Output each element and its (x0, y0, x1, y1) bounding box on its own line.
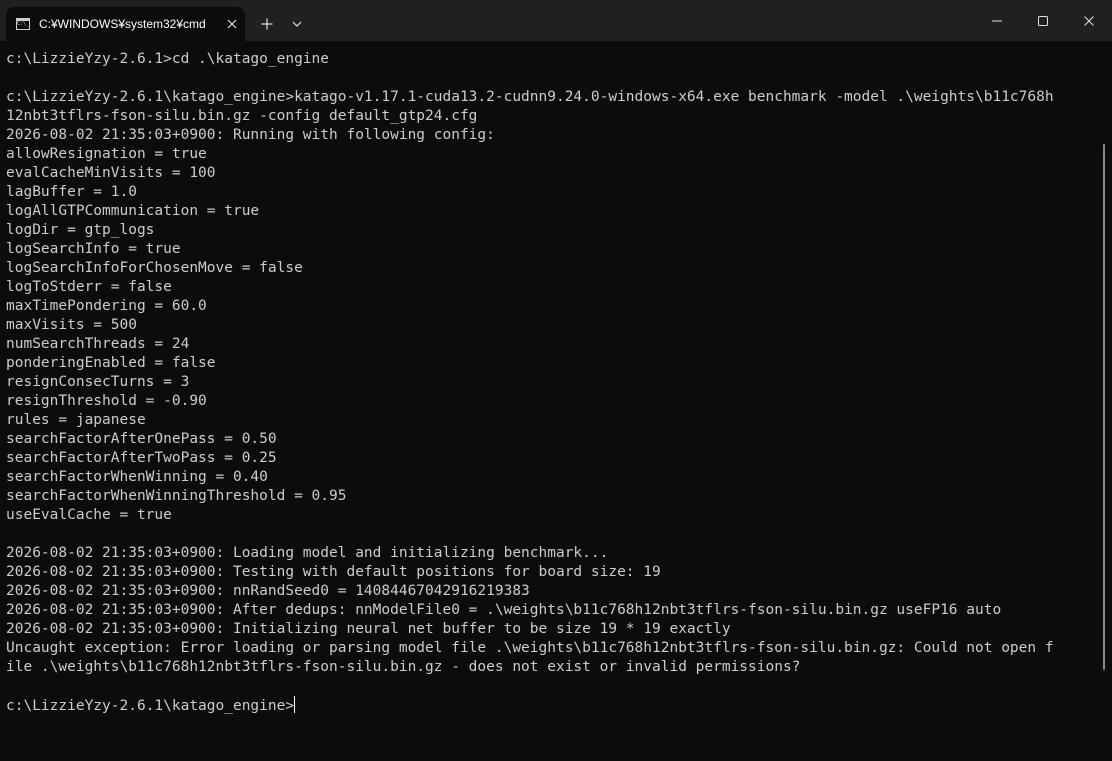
tab-close-button[interactable] (224, 16, 240, 32)
title-bar[interactable]: C:¥WINDOWS¥system32¥cmd (0, 0, 1112, 41)
terminal-line: evalCacheMinVisits = 100 (6, 165, 216, 181)
terminal-output[interactable]: c:\LizzieYzy-2.6.1>cd .\katago_engine c:… (0, 41, 1100, 761)
minimize-icon (992, 20, 1002, 21)
maximize-button[interactable] (1020, 0, 1066, 41)
terminal-line: logToStderr = false (6, 279, 172, 295)
close-icon (1084, 15, 1094, 26)
terminal-line: 12nbt3tflrs-fson-silu.bin.gz -config def… (6, 108, 478, 124)
terminal-line: searchFactorWhenWinningThreshold = 0.95 (6, 488, 347, 504)
cmd-console-icon (16, 18, 30, 30)
vertical-scrollbar[interactable] (1103, 144, 1105, 670)
prompt-line[interactable]: c:\LizzieYzy-2.6.1\katago_engine> (6, 696, 1054, 715)
terminal-line: resignThreshold = -0.90 (6, 393, 207, 409)
text-cursor (294, 696, 296, 713)
terminal-line: logAllGTPCommunication = true (6, 203, 260, 219)
terminal-line: maxTimePondering = 60.0 (6, 298, 207, 314)
terminal-line: ile .\weights\b11c768h12nbt3tflrs-fson-s… (6, 659, 801, 675)
minimize-button[interactable] (974, 0, 1020, 41)
tab-dropdown-button[interactable] (289, 15, 305, 33)
plus-icon (261, 18, 273, 30)
terminal-line: 2026-08-02 21:35:03+0900: After dedups: … (6, 602, 1002, 618)
terminal-line: 2026-08-02 21:35:03+0900: Testing with d… (6, 564, 661, 580)
maximize-icon (1038, 15, 1048, 26)
terminal-line: lagBuffer = 1.0 (6, 184, 137, 200)
terminal-line: maxVisits = 500 (6, 317, 137, 333)
prompt: c:\LizzieYzy-2.6.1\katago_engine> (6, 698, 295, 714)
terminal-lines: c:\LizzieYzy-2.6.1>cd .\katago_engine c:… (6, 50, 1054, 715)
terminal-line: 2026-08-02 21:35:03+0900: Loading model … (6, 545, 609, 561)
tab-cmd[interactable]: C:¥WINDOWS¥system32¥cmd (6, 7, 245, 41)
close-window-button[interactable] (1066, 0, 1112, 41)
tab-title: C:¥WINDOWS¥system32¥cmd (39, 17, 206, 31)
terminal-line: rules = japanese (6, 412, 146, 428)
terminal-line: c:\LizzieYzy-2.6.1\katago_engine>katago-… (6, 89, 1054, 105)
close-icon (227, 19, 237, 29)
terminal-line: resignConsecTurns = 3 (6, 374, 190, 390)
terminal-line: searchFactorAfterOnePass = 0.50 (6, 431, 277, 447)
terminal-line: searchFactorWhenWinning = 0.40 (6, 469, 268, 485)
terminal-line: allowResignation = true (6, 146, 207, 162)
terminal-line: useEvalCache = true (6, 507, 172, 523)
terminal-line: searchFactorAfterTwoPass = 0.25 (6, 450, 277, 466)
terminal-line: 2026-08-02 21:35:03+0900: nnRandSeed0 = … (6, 583, 530, 599)
terminal-line: Uncaught exception: Error loading or par… (6, 640, 1054, 656)
new-tab-button[interactable] (258, 15, 276, 33)
terminal-line: logSearchInfo = true (6, 241, 181, 257)
terminal-line: 2026-08-02 21:35:03+0900: Initializing n… (6, 621, 731, 637)
terminal-line: logSearchInfoForChosenMove = false (6, 260, 303, 276)
chevron-down-icon (292, 21, 302, 27)
terminal-line: logDir = gtp_logs (6, 222, 155, 238)
terminal-line: c:\LizzieYzy-2.6.1>cd .\katago_engine (6, 51, 330, 67)
terminal-window: C:¥WINDOWS¥system32¥cmd (0, 0, 1112, 761)
terminal-line: 2026-08-02 21:35:03+0900: Running with f… (6, 127, 495, 143)
terminal-line: numSearchThreads = 24 (6, 336, 190, 352)
terminal-line: ponderingEnabled = false (6, 355, 216, 371)
